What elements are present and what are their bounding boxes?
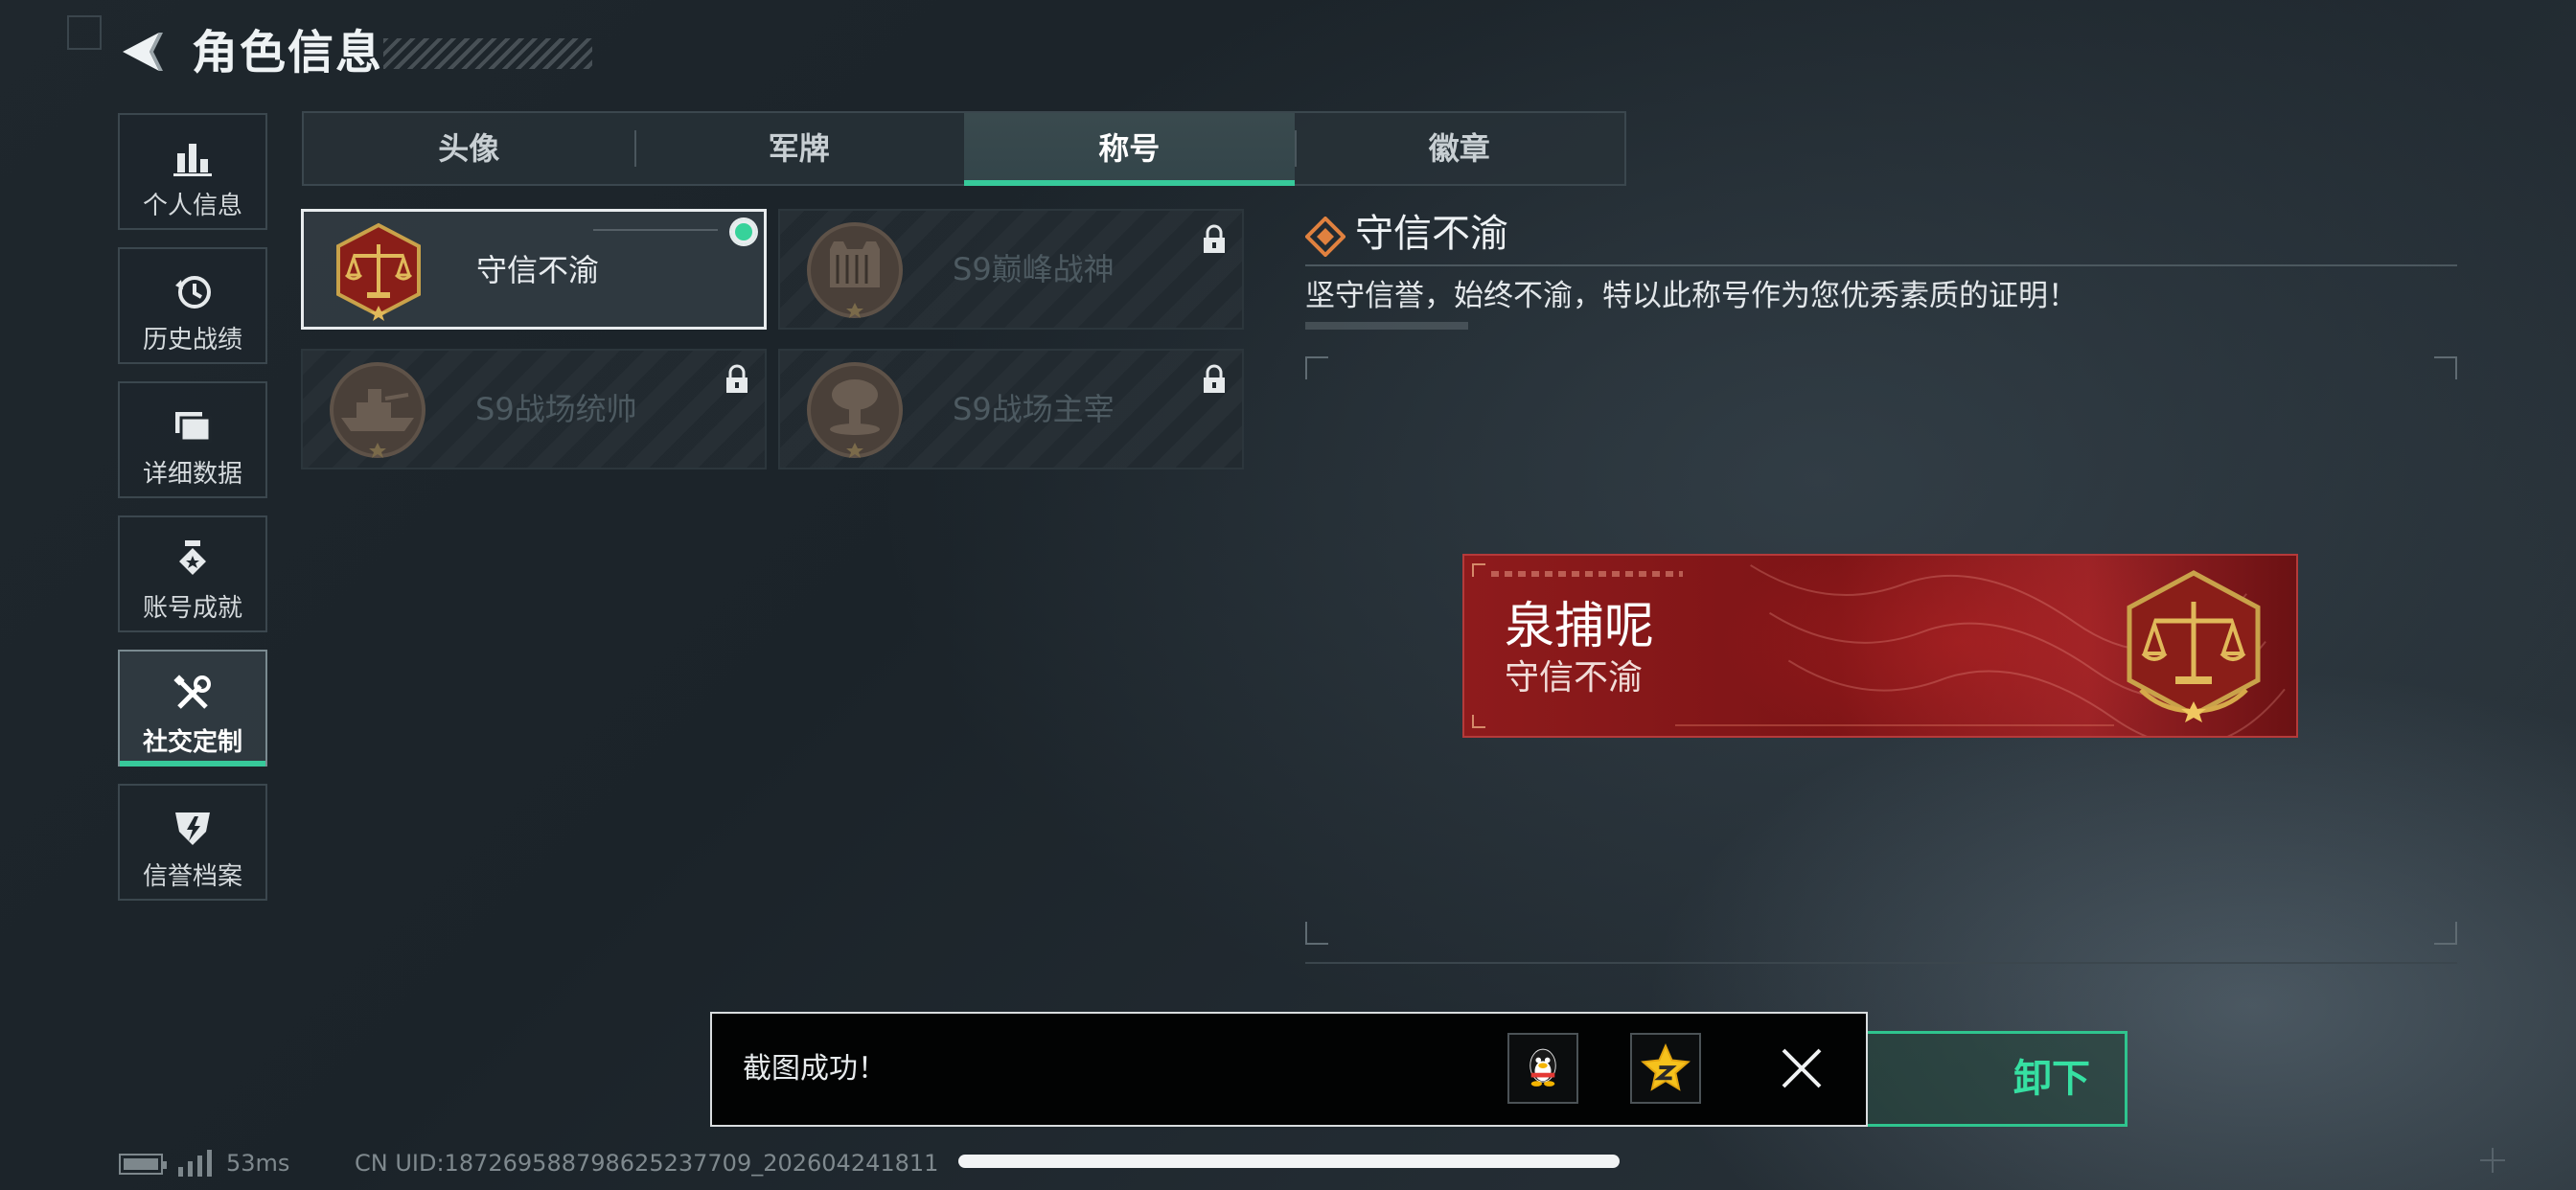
lock-icon: [1204, 224, 1225, 253]
achievement-icon: [179, 540, 206, 575]
title-card-name: 守信不渝: [476, 252, 600, 288]
battery-icon: [119, 1154, 167, 1175]
nameplate-preview: 泉捕呢 守信不渝: [1462, 554, 2298, 738]
credit-shield-icon: [175, 812, 210, 845]
category-tabs: 头像 军牌 称号 徽章: [302, 111, 1626, 186]
title-card-s9-peak-warrior[interactable]: S9巅峰战神: [778, 209, 1244, 330]
title-card-s9-commander[interactable]: S9战场统帅: [301, 349, 767, 469]
sidebar-item-label: 社交定制: [142, 728, 242, 757]
mushroom-cloud-emblem-icon: [807, 362, 903, 458]
lock-icon: [726, 364, 748, 393]
sidebar-item-label: 详细数据: [142, 460, 242, 489]
corner-frame: [67, 15, 102, 50]
divider: [1305, 264, 2457, 266]
scales-emblem-icon: [2127, 570, 2261, 722]
qzone-star-icon: [1641, 1042, 1690, 1091]
diamond-icon: [1305, 217, 1346, 257]
nameplate-decoration: [1675, 724, 2114, 726]
share-qq-button[interactable]: [1507, 1033, 1578, 1104]
sidebar-item-label: 历史战绩: [142, 326, 242, 355]
sidebar-item-label: 账号成就: [142, 594, 242, 623]
user-uid: CN UID:18726958879862523770​9_2026042418…: [355, 1150, 939, 1177]
signal-icon: [178, 1150, 212, 1177]
back-button[interactable]: [117, 27, 167, 77]
sidebar-item-label: 信誉档案: [142, 862, 242, 891]
title-card-name: S9巅峰战神: [953, 251, 1115, 287]
frame-corner: [1472, 563, 1485, 577]
fortress-emblem-icon: [807, 222, 903, 318]
title-decoration: [383, 38, 592, 69]
tab-dogtag[interactable]: 军牌: [633, 113, 965, 184]
lock-icon: [1204, 364, 1225, 393]
folder-icon: [175, 412, 212, 443]
close-icon[interactable]: [1778, 1044, 1826, 1092]
description-decoration: [1305, 322, 1468, 330]
qq-penguin-icon: [1530, 1048, 1556, 1087]
unequip-button-label: 卸下: [2013, 1057, 2090, 1101]
equipped-indicator: [731, 219, 756, 244]
frame-corner: [1472, 715, 1485, 728]
tab-avatar[interactable]: 头像: [304, 113, 634, 184]
title-card-trustworthy[interactable]: 守信不渝: [301, 209, 767, 330]
divider: [1305, 962, 2457, 964]
sidebar-item-detailed-data[interactable]: 详细数据: [118, 381, 267, 498]
sidebar-item-credit-record[interactable]: 信誉档案: [118, 784, 267, 901]
tools-icon: [173, 675, 211, 709]
title-card-name: S9战场主宰: [953, 391, 1115, 427]
sidebar-item-personal-info[interactable]: 个人信息: [118, 113, 267, 230]
bar-chart-icon: [173, 144, 212, 176]
home-indicator[interactable]: [958, 1155, 1620, 1168]
scales-emblem-icon: [336, 222, 421, 321]
sidebar-item-label: 个人信息: [142, 192, 242, 220]
detail-title: 守信不渝: [1355, 212, 1508, 256]
plus-icon: [2480, 1148, 2505, 1173]
toast-message: 截图成功！: [743, 1052, 886, 1086]
card-decoration: [593, 229, 718, 231]
title-card-name: S9战场统帅: [475, 391, 637, 427]
history-icon: [175, 276, 211, 309]
nameplate-title: 守信不渝: [1505, 658, 1644, 698]
nameplate-decoration: [1491, 571, 1683, 577]
tab-badge[interactable]: 徽章: [1294, 113, 1625, 184]
screenshot-toast: 截图成功！: [710, 1012, 1868, 1127]
share-qzone-button[interactable]: [1630, 1033, 1701, 1104]
player-name: 泉捕呢: [1505, 598, 1655, 655]
title-card-s9-dominator[interactable]: S9战场主宰: [778, 349, 1244, 469]
sidebar-item-social-custom[interactable]: 社交定制: [118, 650, 267, 767]
ping-readout: 53ms: [226, 1150, 290, 1177]
sidebar-item-achievements[interactable]: 账号成就: [118, 515, 267, 632]
sidebar-item-history[interactable]: 历史战绩: [118, 247, 267, 364]
page-title: 角色信息: [192, 26, 384, 80]
tab-title[interactable]: 称号: [964, 113, 1295, 186]
detail-description: 坚守信誉，始终不渝，特以此称号作为您优秀素质的证明！: [1305, 279, 2078, 313]
warship-emblem-icon: [330, 362, 426, 458]
